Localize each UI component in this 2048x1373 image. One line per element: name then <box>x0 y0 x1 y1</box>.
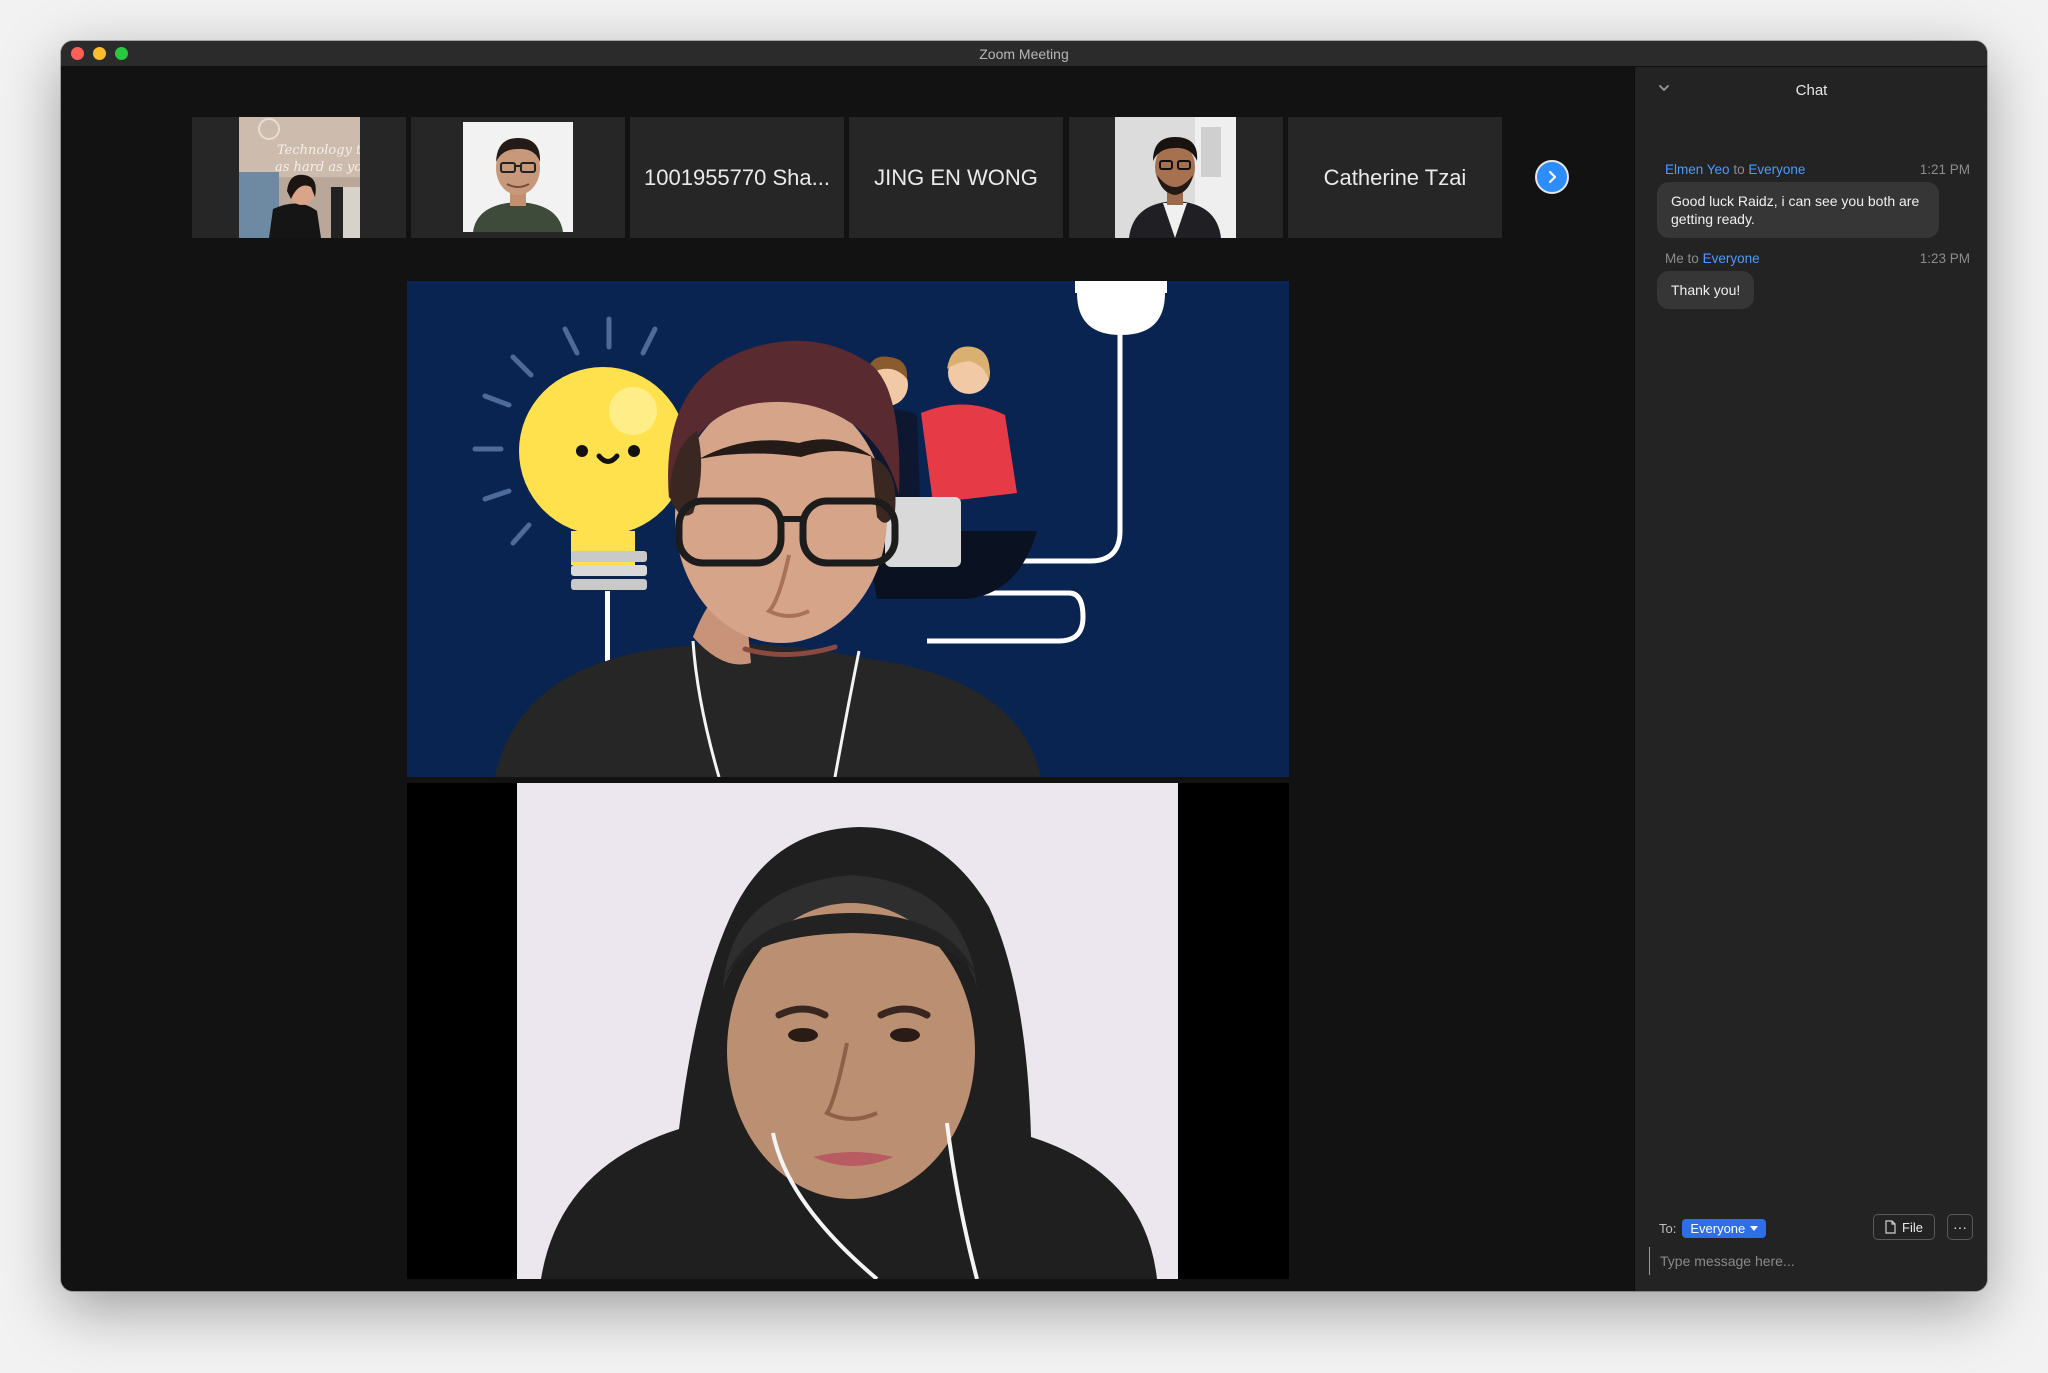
thumb-text-2: as hard as you <box>275 160 360 175</box>
participant-name-6: Catherine Tzai <box>1323 164 1467 190</box>
zoom-window: Zoom Meeting Technology th as hard as yo… <box>61 41 1987 1291</box>
message-sender-1: Elmen Yeo <box>1665 162 1730 177</box>
to-label: To: <box>1659 1221 1677 1236</box>
meeting-area: Technology th as hard as you <box>61 67 1634 1291</box>
file-button-label: File <box>1902 1219 1923 1235</box>
participant-tile-5[interactable] <box>1069 117 1283 238</box>
thumb-text-1: Technology th <box>277 143 360 158</box>
message-time-2: 1:23 PM <box>1919 251 1970 266</box>
window-title: Zoom Meeting <box>979 45 1069 62</box>
message-to-word-1: to <box>1733 162 1745 177</box>
chat-panel: Chat Elmen Yeo to Everyone 1:21 PM Good … <box>1634 67 1987 1291</box>
close-window-button[interactable] <box>71 47 84 60</box>
recipient-row: To: Everyone <box>1659 1219 1767 1238</box>
message-to-word-2: to <box>1687 251 1699 266</box>
chat-title: Chat <box>1795 82 1828 99</box>
chat-message-input[interactable] <box>1649 1247 1969 1275</box>
file-button[interactable]: File <box>1873 1214 1935 1240</box>
participant-tile-6[interactable]: Catherine Tzai <box>1288 117 1502 238</box>
participant-1-video: Technology th as hard as you <box>239 117 360 238</box>
participant-tile-3[interactable]: 1001955770 Sha... <box>630 117 844 238</box>
message-recipient-1: Everyone <box>1748 162 1806 177</box>
participant-name-3: 1001955770 Sha... <box>644 164 830 190</box>
minimize-window-button[interactable] <box>93 47 106 60</box>
participant-tile-4[interactable]: JING EN WONG <box>849 117 1063 238</box>
participant-tile-1[interactable]: Technology th as hard as you <box>192 117 406 238</box>
speaker-video-1[interactable] <box>407 281 1289 777</box>
participant-2-video <box>463 122 573 232</box>
participant-video-feed <box>517 783 1178 1279</box>
next-participants-button[interactable] <box>1535 160 1569 194</box>
maximize-window-button[interactable] <box>115 47 128 60</box>
message-time-1: 1:21 PM <box>1919 162 1970 177</box>
chat-header: Chat <box>1635 67 1987 113</box>
recipient-dropdown[interactable]: Everyone <box>1682 1219 1767 1238</box>
file-icon <box>1885 1220 1896 1234</box>
chevron-right-icon <box>1548 170 1557 184</box>
participant-name-4: JING EN WONG <box>874 164 1038 190</box>
message-bubble-2: Thank you! <box>1657 271 1755 309</box>
more-options-button[interactable]: ··· <box>1947 1214 1973 1240</box>
participant-5-video <box>1115 117 1236 238</box>
message-header-2: Me to Everyone 1:23 PM <box>1665 251 1970 266</box>
message-bubble-1: Good luck Raidz, i can see you both are … <box>1657 182 1939 238</box>
window-controls <box>71 47 128 60</box>
recipient-value: Everyone <box>1690 1221 1746 1236</box>
message-sender-2: Me <box>1665 251 1684 266</box>
speaker-video-2[interactable] <box>407 783 1289 1279</box>
caret-down-icon <box>1750 1225 1759 1231</box>
participant-tile-2[interactable] <box>411 117 625 238</box>
message-header-1: Elmen Yeo to Everyone 1:21 PM <box>1665 162 1970 177</box>
message-recipient-2: Everyone <box>1702 251 1760 266</box>
title-bar: Zoom Meeting <box>61 41 1987 67</box>
